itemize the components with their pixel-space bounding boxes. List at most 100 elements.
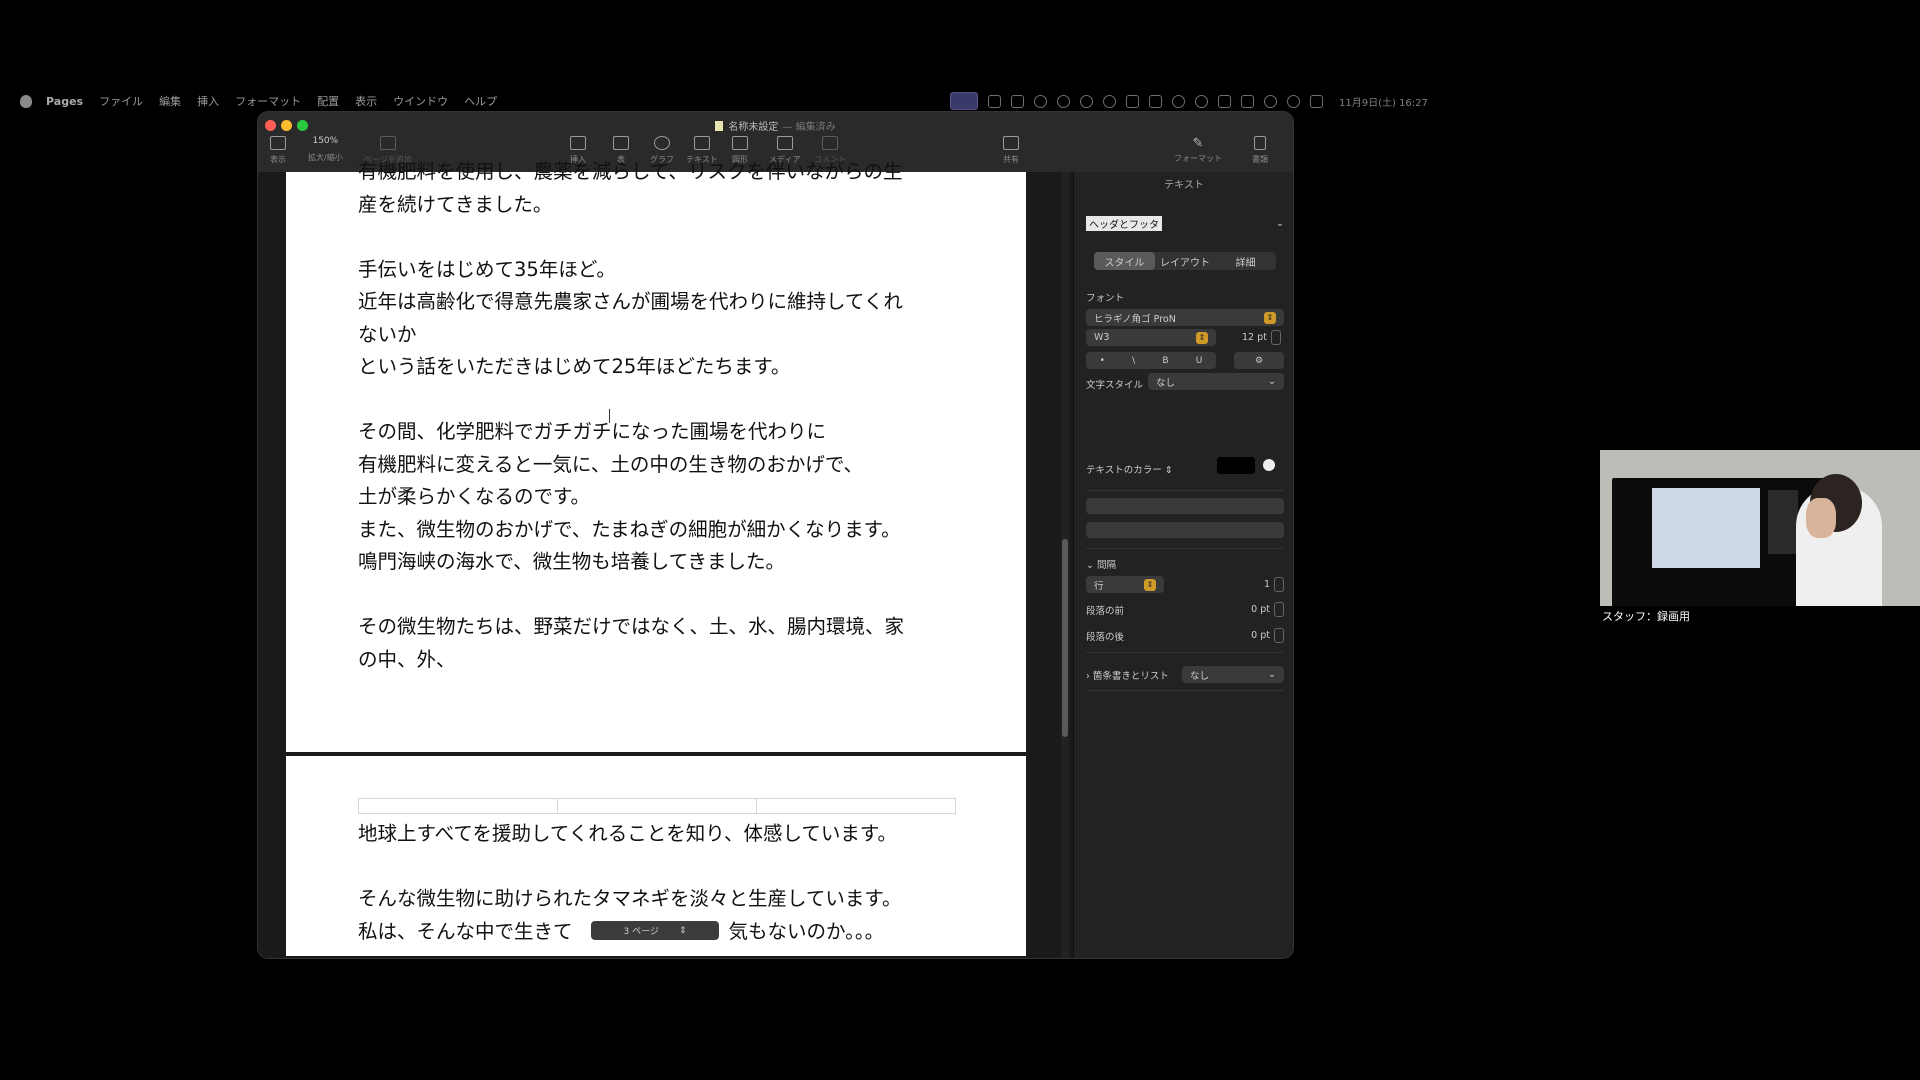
apple-icon[interactable] — [20, 94, 32, 108]
tab-layout[interactable]: レイアウト — [1155, 252, 1216, 270]
camera-tv-sidebar — [1768, 490, 1798, 554]
screen-record-icon[interactable] — [950, 92, 978, 110]
status-icon-4[interactable] — [1057, 94, 1070, 108]
bullets-popup[interactable]: なし ⌄ — [1182, 666, 1284, 683]
menu-format[interactable]: フォーマット — [235, 93, 301, 109]
document-title[interactable]: 名称未設定 — [728, 122, 778, 133]
bold-button[interactable]: B — [1162, 356, 1168, 366]
text-options-button[interactable]: ⚙ — [1234, 352, 1284, 369]
document-line[interactable]: 土が柔らかくなるのです。 — [358, 481, 1026, 514]
status-icon-3[interactable] — [1034, 94, 1047, 108]
document-line[interactable]: ないか — [358, 319, 1026, 352]
document-line[interactable]: 近年は高齢化で得意先農家さんが圃場を代わりに維持してくれ — [358, 286, 1026, 319]
menu-window[interactable]: ウインドウ — [393, 93, 448, 109]
status-icon-8[interactable] — [1149, 94, 1162, 108]
italic-toggle[interactable]: \ — [1132, 356, 1135, 366]
toolbar-document[interactable]: 書類 — [1252, 136, 1268, 165]
spotlight-search-icon[interactable] — [1287, 94, 1300, 108]
toolbar-view[interactable]: 表示 — [270, 136, 286, 165]
scrollbar-thumb[interactable] — [1062, 539, 1068, 737]
inspector-divider — [1086, 690, 1284, 691]
toolbar-zoom[interactable]: 150% 拡大/縮小 — [308, 136, 343, 163]
stepper-icon — [1274, 628, 1284, 643]
char-style-popup[interactable]: なし ⌄ — [1148, 373, 1284, 390]
menu-view[interactable]: 表示 — [355, 93, 377, 109]
document-line[interactable]: 有機肥料を使用し、農薬を減らして、リスクを伴いながらの生 — [358, 156, 1026, 189]
shape-icon — [732, 136, 748, 150]
color-wheel-icon[interactable] — [1263, 459, 1275, 471]
popup-arrows-icon: ⇕ — [1196, 331, 1208, 344]
space-after-stepper[interactable]: 0 pt — [1251, 628, 1284, 643]
battery-icon[interactable] — [1241, 94, 1254, 108]
spacing-section-label[interactable]: ⌄ 間隔 — [1086, 557, 1116, 571]
document-line[interactable]: また、微生物のおかげで、たまねぎの細胞が細かくなります。 — [358, 514, 1026, 547]
control-center-icon[interactable] — [1310, 94, 1323, 108]
document-line[interactable]: 有機肥料に変えると一気に、土の中の生き物のおかげで、 — [358, 449, 1026, 482]
page-number-popup[interactable]: 3 ページ ⇕ — [591, 921, 719, 940]
status-icon-7[interactable] — [1126, 94, 1139, 108]
vertical-scrollbar[interactable] — [1061, 172, 1069, 958]
gear-icon: ⚙ — [1254, 355, 1264, 366]
menu-arrange[interactable]: 配置 — [317, 93, 339, 109]
document-line[interactable]: という話をいただきはじめて25年ほどたちます。 — [358, 351, 1026, 384]
tab-style[interactable]: スタイル — [1094, 252, 1155, 270]
menubar-clock[interactable]: 11月9日(土) 16:27 — [1339, 94, 1428, 109]
text-color-well[interactable] — [1217, 457, 1255, 474]
inspector-tabs: スタイル レイアウト 詳細 — [1094, 252, 1276, 270]
wifi-icon[interactable] — [1264, 94, 1277, 108]
document-line[interactable]: の中、外、 — [358, 644, 1026, 677]
font-size-stepper[interactable]: 12 pt — [1242, 330, 1281, 345]
line-spacing-mode-popup[interactable]: 行 ⇕ — [1086, 576, 1164, 593]
status-icon-10[interactable] — [1195, 94, 1208, 108]
header-right-field[interactable] — [756, 798, 956, 814]
document-line[interactable]: そんな微生物に助けられたタマネギを淡々と生産しています。 — [358, 883, 1026, 916]
tab-more[interactable]: 詳細 — [1215, 252, 1276, 270]
inspector-divider — [1086, 652, 1284, 653]
status-icon-9[interactable] — [1172, 94, 1185, 108]
bullets-row: › 箇条書きとリスト なし ⌄ — [1086, 666, 1284, 683]
document-line[interactable] — [358, 579, 1026, 612]
bullets-section-label[interactable]: › 箇条書きとリスト — [1086, 668, 1169, 682]
menu-app-pages[interactable]: Pages — [46, 95, 83, 108]
line-spacing-stepper[interactable]: 1 — [1264, 577, 1284, 592]
status-icon-2[interactable] — [1011, 94, 1024, 108]
document-line[interactable] — [358, 221, 1026, 254]
status-icon-6[interactable] — [1103, 94, 1116, 108]
bold-toggle[interactable]: • — [1100, 356, 1105, 366]
header-center-field[interactable] — [557, 798, 756, 814]
page-1-body-text[interactable]: 有機肥料を使用し、農薬を減らして、リスクを伴いながらの生 産を続けてきました。 手伝… — [358, 156, 1026, 676]
document-line[interactable]: 産を続けてきました。 — [358, 189, 1026, 222]
menu-insert[interactable]: 挿入 — [197, 93, 219, 109]
menu-file[interactable]: ファイル — [99, 93, 143, 109]
document-page-1[interactable]: 有機肥料を使用し、農薬を減らして、リスクを伴いながらの生 産を続けてきました。 手伝… — [286, 160, 1026, 752]
document-line[interactable]: 鳴門海峡の海水で、微生物も培養してきました。 — [358, 546, 1026, 579]
popup-arrows-icon: ⇕ — [1264, 311, 1276, 324]
line-spacing-mode-value: 行 — [1094, 580, 1104, 592]
status-icon-5[interactable] — [1080, 94, 1093, 108]
menu-edit[interactable]: 編集 — [159, 93, 181, 109]
paragraph-style-popup[interactable]: ヘッダとフッタ ⌄ — [1086, 210, 1284, 236]
document-line[interactable]: その微生物たちは、野菜だけではなく、土、水、腸内環境、家 — [358, 611, 1026, 644]
toolbar-format[interactable]: ✎ フォーマット — [1174, 136, 1222, 164]
status-icon-11[interactable] — [1218, 94, 1231, 108]
document-line[interactable]: 手伝いをはじめて35年ほど。 — [358, 254, 1026, 287]
document-line[interactable]: その間、化学肥料でガチガチになった圃場を代わりに — [358, 416, 1026, 449]
font-weight-popup[interactable]: W3 ⇕ — [1086, 329, 1216, 346]
document-line[interactable] — [358, 384, 1026, 417]
header-left-field[interactable] — [358, 798, 557, 814]
document-canvas[interactable]: 有機肥料を使用し、農薬を減らして、リスクを伴いながらの生 産を続けてきました。 手伝… — [258, 160, 1073, 958]
camera-caption: スタッフ：録画用 — [1600, 606, 1920, 628]
document-line[interactable]: 地球上すべてを援助してくれることを知り、体感しています。 — [358, 818, 1026, 851]
comment-icon — [822, 136, 838, 150]
underline-button[interactable]: U — [1196, 356, 1203, 366]
indent-buttons[interactable] — [1086, 522, 1284, 538]
header-fields[interactable] — [358, 798, 1026, 814]
document-line[interactable] — [358, 851, 1026, 884]
space-before-stepper[interactable]: 0 pt — [1251, 602, 1284, 617]
status-icon-1[interactable] — [988, 94, 1001, 108]
font-family-popup[interactable]: ヒラギノ角ゴ ProN ⇕ — [1086, 309, 1284, 326]
alignment-buttons[interactable] — [1086, 498, 1284, 514]
menu-help[interactable]: ヘルプ — [464, 93, 497, 109]
stepper-icon — [1274, 602, 1284, 617]
font-size-value: 12 pt — [1242, 332, 1267, 343]
